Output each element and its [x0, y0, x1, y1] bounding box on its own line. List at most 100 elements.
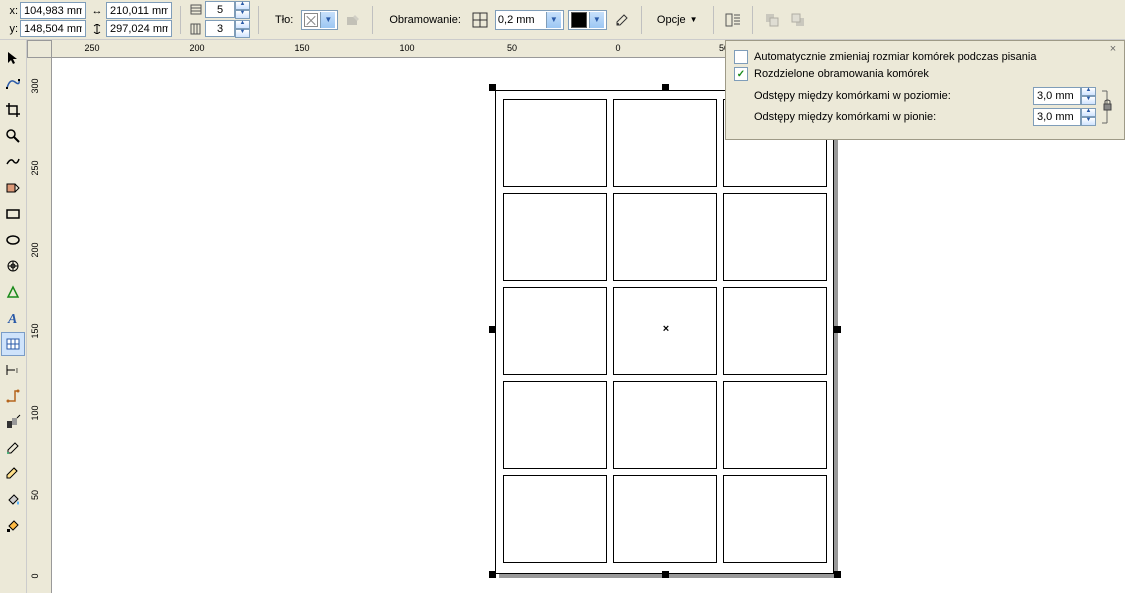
outline-pen-button[interactable] [611, 9, 633, 31]
ruler-tick: 100 [399, 43, 414, 53]
polygon-tool[interactable] [1, 254, 25, 278]
table-cell[interactable] [503, 193, 607, 281]
selection-handle[interactable] [489, 84, 496, 91]
cols-icon [189, 22, 203, 36]
cols-input[interactable] [205, 20, 235, 37]
height-input[interactable] [106, 20, 172, 37]
interactive-fill-tool[interactable] [1, 514, 25, 538]
table-cell[interactable] [503, 475, 607, 563]
selection-handle[interactable] [834, 326, 841, 333]
table-cell[interactable] [723, 287, 827, 375]
rows-input[interactable] [205, 1, 235, 18]
width-icon: ↔ [90, 4, 104, 18]
ruler-tick: 250 [30, 160, 40, 175]
rectangle-tool[interactable] [1, 202, 25, 226]
dropdown-arrow-icon[interactable]: ▼ [589, 12, 604, 28]
rowcol-group: ▲▼ ▲▼ [189, 1, 250, 38]
pick-tool[interactable] [1, 46, 25, 70]
vertical-ruler[interactable]: 300 250 200 150 100 50 0 [27, 58, 52, 593]
cols-down[interactable]: ▼ [235, 29, 250, 38]
selection-handle[interactable] [834, 571, 841, 578]
ruler-tick: 300 [30, 78, 40, 93]
v-spacing-input[interactable] [1033, 108, 1081, 126]
text-wrap-button[interactable] [722, 9, 744, 31]
background-fill-dropdown[interactable]: ▼ [301, 10, 338, 30]
selection-handle[interactable] [662, 84, 669, 91]
divider [180, 6, 181, 34]
selection-handle[interactable] [662, 571, 669, 578]
auto-resize-checkbox[interactable] [734, 50, 748, 64]
v-spacing-label: Odstępy między komórkami w pionie: [754, 111, 1027, 123]
eyedropper-tool[interactable] [1, 436, 25, 460]
smart-fill-tool[interactable] [1, 176, 25, 200]
table-cell[interactable] [613, 99, 717, 187]
text-tool[interactable]: A [1, 306, 25, 330]
to-back-button [787, 9, 809, 31]
spin-up[interactable]: ▲ [1081, 87, 1096, 96]
connector-tool[interactable] [1, 384, 25, 408]
spin-down[interactable]: ▼ [1081, 96, 1096, 105]
table-tool[interactable] [1, 332, 25, 356]
table-cell[interactable] [503, 287, 607, 375]
divider [713, 6, 714, 34]
selection-handle[interactable] [489, 571, 496, 578]
dropdown-arrow-icon[interactable]: ▼ [320, 12, 335, 28]
table-cell[interactable] [503, 99, 607, 187]
table-cell[interactable] [613, 475, 717, 563]
property-bar: x: y: ↔ ▲▼ ▲▼ Tło: ▼ Obram [0, 0, 1125, 40]
ruler-tick: 200 [30, 242, 40, 257]
table-cell[interactable] [613, 381, 717, 469]
rows-up[interactable]: ▲ [235, 1, 250, 10]
freehand-tool[interactable] [1, 150, 25, 174]
interactive-effects-tool[interactable] [1, 410, 25, 434]
table-cell[interactable] [723, 475, 827, 563]
h-spacing-input[interactable] [1033, 87, 1081, 105]
table-cell[interactable] [723, 193, 827, 281]
crop-tool[interactable] [1, 98, 25, 122]
svg-text:A: A [7, 312, 17, 326]
spin-up[interactable]: ▲ [1081, 108, 1096, 117]
edit-fill-button [342, 9, 364, 31]
outline-tool[interactable] [1, 462, 25, 486]
size-group: ↔ [90, 2, 172, 37]
border-color-swatch [571, 12, 587, 28]
table-cell[interactable] [723, 381, 827, 469]
auto-resize-label: Automatycznie zmieniaj rozmiar komórek p… [754, 51, 1114, 63]
close-icon[interactable]: × [1106, 43, 1120, 57]
border-select-button[interactable] [469, 9, 491, 31]
shape-tool[interactable] [1, 72, 25, 96]
basic-shapes-tool[interactable] [1, 280, 25, 304]
background-label: Tło: [267, 14, 297, 26]
table-cell[interactable] [613, 193, 717, 281]
cols-up[interactable]: ▲ [235, 20, 250, 29]
rows-down[interactable]: ▼ [235, 10, 250, 19]
dropdown-arrow-icon[interactable]: ▼ [546, 12, 561, 28]
border-width-input[interactable] [498, 14, 544, 26]
border-color-dropdown[interactable]: ▼ [568, 10, 607, 30]
dimension-tool[interactable]: I [1, 358, 25, 382]
options-menu[interactable]: Opcje ▼ [650, 9, 705, 31]
border-width-dropdown[interactable]: ▼ [495, 10, 564, 30]
fill-tool[interactable] [1, 488, 25, 512]
x-input[interactable] [20, 2, 86, 19]
y-input[interactable] [20, 20, 86, 37]
options-label: Opcje [657, 14, 686, 26]
zoom-tool[interactable] [1, 124, 25, 148]
x-label: x: [4, 5, 18, 17]
ruler-tick: 150 [294, 43, 309, 53]
position-group: x: y: [4, 2, 86, 37]
width-input[interactable] [106, 2, 172, 19]
ruler-tick: 200 [189, 43, 204, 53]
selection-handle[interactable] [489, 326, 496, 333]
border-label: Obramowanie: [381, 14, 465, 26]
lock-icon[interactable] [1100, 87, 1114, 127]
ruler-corner [27, 40, 52, 58]
table-cell[interactable] [503, 381, 607, 469]
separated-borders-label: Rozdzielone obramowania komórek [754, 68, 1114, 80]
separated-borders-checkbox[interactable]: ✓ [734, 67, 748, 81]
ellipse-tool[interactable] [1, 228, 25, 252]
spin-down[interactable]: ▼ [1081, 117, 1096, 126]
divider [258, 6, 259, 34]
divider [641, 6, 642, 34]
ruler-tick: 50 [30, 490, 40, 500]
